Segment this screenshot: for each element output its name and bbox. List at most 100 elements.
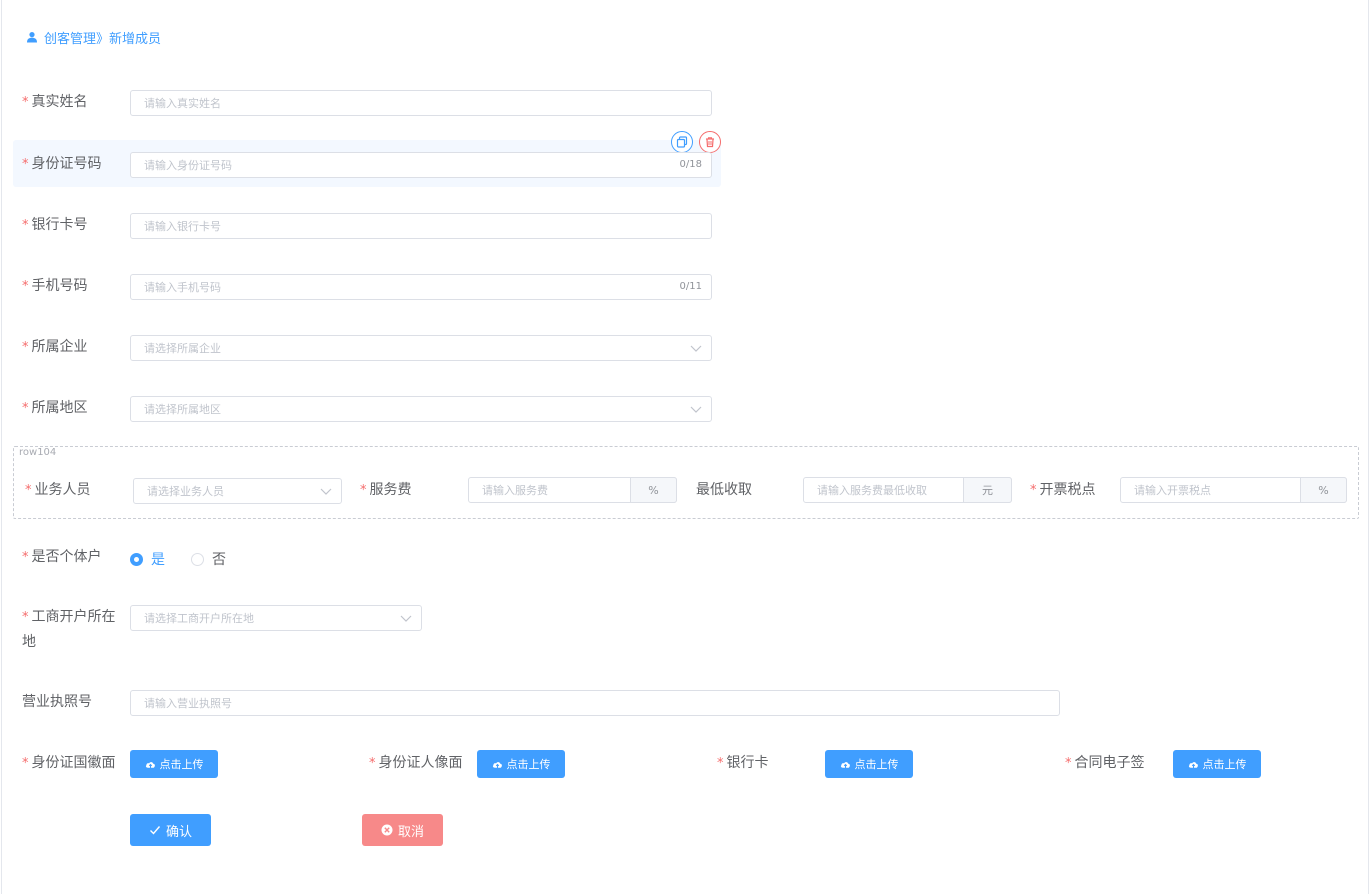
required-mark: * (22, 340, 29, 355)
salesperson-label-text: 业务人员 (34, 482, 91, 498)
radio-dot (130, 552, 143, 566)
required-mark: * (22, 218, 29, 233)
id-portrait-label-text: 身份证人像面 (378, 755, 463, 771)
required-mark: * (22, 756, 29, 771)
business-location-label-cont: 地 (22, 630, 36, 654)
id-portrait-upload-button[interactable]: 点击上传 (477, 750, 565, 778)
company-select[interactable]: 请选择所属企业 (130, 335, 712, 361)
id-front-label-text: 身份证国徽面 (31, 755, 116, 771)
company-label-text: 所属企业 (31, 339, 88, 355)
bank-card-label: * 银行卡号 (22, 213, 88, 238)
contract-label: * 合同电子签 (1065, 751, 1145, 776)
individual-radio-no[interactable]: 否 (191, 549, 226, 569)
required-mark: * (22, 550, 29, 565)
bank-card-upload-label-text: 银行卡 (726, 755, 769, 771)
bank-card-placeholder: 请输入银行卡号 (144, 220, 221, 233)
chevron-down-icon (400, 615, 412, 622)
bank-card-input[interactable]: 请输入银行卡号 (130, 213, 712, 239)
license-placeholder: 请输入营业执照号 (144, 697, 232, 710)
tax-point-unit: % (1300, 477, 1347, 503)
cloud-upload-icon (145, 761, 155, 768)
business-location-label-line1: 工商开户所在 (31, 609, 116, 625)
confirm-button-label: 确认 (165, 824, 192, 840)
company-label: * 所属企业 (22, 335, 88, 360)
trash-icon (706, 137, 714, 148)
license-input[interactable]: 请输入营业执照号 (130, 690, 1060, 716)
required-mark: * (360, 483, 367, 498)
bank-card-upload-button[interactable]: 点击上传 (825, 750, 913, 778)
region-label-text: 所属地区 (31, 400, 88, 416)
tax-point-label: * 开票税点 (1030, 478, 1096, 503)
upload-button-label: 点击上传 (854, 758, 899, 771)
salesperson-select[interactable]: 请选择业务人员 (133, 478, 342, 504)
bank-card-label-text: 银行卡号 (31, 217, 88, 233)
tax-point-placeholder: 请输入开票税点 (1134, 484, 1211, 497)
min-charge-label: 最低收取 (696, 478, 752, 502)
breadcrumb: 创客管理 》 新增成员 (26, 28, 161, 47)
check-icon (149, 826, 161, 835)
license-label-text: 营业执照号 (22, 694, 92, 710)
delete-item-button[interactable] (699, 131, 721, 153)
id-portrait-label: * 身份证人像面 (369, 751, 463, 776)
cancel-button[interactable]: 取消 (362, 814, 443, 846)
phone-char-count: 0/11 (679, 281, 702, 292)
required-mark: * (22, 401, 29, 416)
min-charge-unit: 元 (963, 477, 1012, 503)
region-select[interactable]: 请选择所属地区 (130, 396, 712, 422)
min-charge-input[interactable]: 请输入服务费最低收取 元 (803, 477, 1012, 503)
radio-yes-label: 是 (151, 552, 165, 568)
row-tag: row104 (19, 447, 57, 458)
individual-label-text: 是否个体户 (31, 549, 102, 565)
radio-no-label: 否 (212, 552, 226, 568)
contract-label-text: 合同电子签 (1074, 755, 1145, 771)
service-fee-input[interactable]: 请输入服务费 % (468, 477, 677, 503)
breadcrumb-section[interactable]: 创客管理 (44, 28, 96, 47)
copy-icon (676, 136, 688, 148)
user-icon (27, 32, 37, 43)
real-name-placeholder: 请输入真实姓名 (144, 97, 221, 110)
chevron-down-icon (690, 345, 702, 352)
breadcrumb-separator: 》 (96, 31, 110, 47)
tax-point-input[interactable]: 请输入开票税点 % (1120, 477, 1347, 503)
copy-item-button[interactable] (671, 131, 693, 153)
company-placeholder: 请选择所属企业 (144, 342, 221, 355)
real-name-input[interactable]: 请输入真实姓名 (130, 90, 712, 116)
business-location-placeholder: 请选择工商开户所在地 (144, 612, 254, 625)
chevron-down-icon (690, 406, 702, 413)
min-charge-placeholder: 请输入服务费最低收取 (817, 484, 927, 497)
required-mark: * (22, 95, 29, 110)
radio-dot (191, 552, 204, 566)
business-location-label: * 工商开户所在 (22, 605, 116, 630)
real-name-label: * 真实姓名 (22, 90, 88, 115)
region-label: * 所属地区 (22, 396, 88, 421)
individual-radio-yes[interactable]: 是 (130, 549, 165, 569)
confirm-button[interactable]: 确认 (130, 814, 211, 846)
salesperson-placeholder: 请选择业务人员 (147, 485, 224, 498)
phone-placeholder: 请输入手机号码 (144, 281, 221, 294)
tax-point-label-text: 开票税点 (1039, 482, 1096, 498)
business-location-label-line2: 地 (22, 634, 36, 650)
id-front-upload-button[interactable]: 点击上传 (130, 750, 218, 778)
circle-close-icon (381, 824, 393, 836)
phone-label-text: 手机号码 (31, 278, 88, 294)
cloud-upload-icon (492, 761, 502, 768)
required-mark: * (22, 279, 29, 294)
real-name-label-text: 真实姓名 (31, 94, 88, 110)
required-mark: * (22, 610, 29, 625)
cancel-button-label: 取消 (397, 824, 424, 840)
service-fee-placeholder: 请输入服务费 (482, 484, 548, 497)
frame-right-border (1368, 0, 1369, 894)
upload-button-label: 点击上传 (506, 758, 551, 771)
cloud-upload-icon (840, 761, 850, 768)
required-mark: * (22, 157, 29, 172)
id-number-label: * 身份证号码 (22, 152, 102, 177)
phone-input[interactable]: 请输入手机号码 0/11 (130, 274, 712, 300)
license-label: 营业执照号 (22, 690, 92, 714)
contract-upload-button[interactable]: 点击上传 (1173, 750, 1261, 778)
business-location-select[interactable]: 请选择工商开户所在地 (130, 605, 422, 631)
id-number-input[interactable]: 请输入身份证号码 0/18 (130, 152, 712, 178)
salesperson-label: * 业务人员 (25, 478, 91, 503)
id-number-label-text: 身份证号码 (31, 156, 102, 172)
id-front-label: * 身份证国徽面 (22, 751, 116, 776)
bank-card-upload-label: * 银行卡 (717, 751, 769, 776)
